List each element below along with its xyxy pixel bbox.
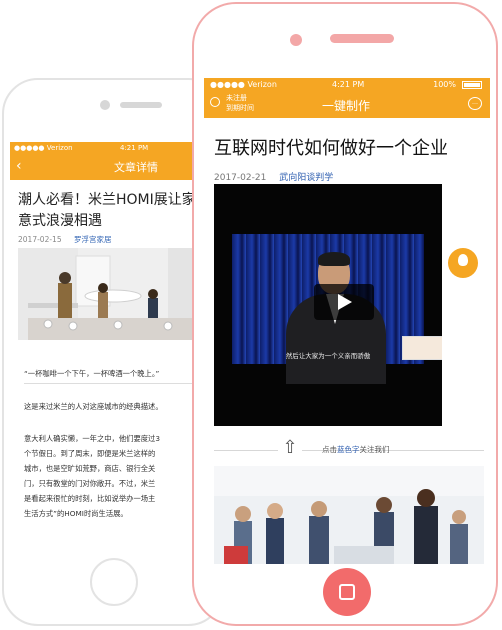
user-icon[interactable] (210, 97, 220, 107)
up-arrow-icon: ⇧ (278, 436, 302, 460)
hint-suffix: 关注我们 (359, 445, 390, 454)
back-phone-frame: ●●●●● Verizon 4:21 PM ‹ 文章详情 潮人必看！米兰HOMI… (2, 78, 224, 626)
camera-icon (290, 34, 302, 46)
article-title: 互联网时代如何做好一个企业 (214, 138, 448, 159)
article-paragraph: 是看起来很忙的时刻，比如说举办一场主 (24, 494, 156, 503)
nav-bar: 未注册 到期时间 一键制作 … (204, 92, 490, 118)
battery-label: 100% (433, 80, 456, 89)
back-phone-screen: ●●●●● Verizon 4:21 PM ‹ 文章详情 潮人必看！米兰HOMI… (10, 142, 222, 550)
battery-icon (462, 81, 482, 89)
status-bar: ●●●●● Verizon 4:21 PM (10, 142, 222, 154)
play-icon[interactable] (314, 284, 374, 320)
follow-hint: 点击蓝色字关注我们 (322, 444, 390, 455)
speaker-grille (120, 102, 162, 108)
article-date: 2017-02-15 (18, 235, 62, 244)
front-phone-frame: ●●●●● Verizon 4:21 PM 100% 未注册 到期时间 一键制作… (192, 2, 498, 626)
article-paragraph: 生活方式”的HOMI时尚生活展。 (24, 509, 128, 518)
carrier-label: ●●●●● Verizon (210, 80, 277, 89)
article-meta: 2017-02-21 武向阳谈判学 (214, 170, 333, 183)
article-paragraph: 意大利人确实懒，一年之中，他们要度过3 (24, 434, 160, 443)
article-date: 2017-02-21 (214, 173, 267, 183)
hint-highlight: 蓝色字 (337, 445, 360, 454)
clock-label: 4:21 PM (120, 144, 149, 152)
speaker-grille (330, 34, 394, 43)
article-source-link[interactable]: 武向阳谈判学 (279, 173, 333, 183)
page-title: 一键制作 (322, 99, 371, 113)
home-button[interactable] (90, 558, 138, 606)
lightbulb-icon[interactable] (448, 248, 478, 278)
article-photo (214, 466, 484, 564)
article-quote: “一杯咖啡一个下午，一杯啤酒一个晚上。” (24, 369, 160, 378)
hint-prefix: 点击 (322, 445, 337, 454)
page-title: 文章详情 (114, 161, 158, 174)
front-phone-screen: ●●●●● Verizon 4:21 PM 100% 未注册 到期时间 一键制作… (204, 78, 490, 564)
article-meta: 2017-02-15 罗浮宫家居 (18, 234, 111, 245)
article-paragraph: 个节假日。到了周末，即便是米兰这样的 (24, 449, 156, 458)
status-bar: ●●●●● Verizon 4:21 PM 100% (204, 78, 490, 92)
chat-icon[interactable]: … (468, 97, 482, 110)
nav-bar: ‹ 文章详情 (10, 154, 222, 180)
clock-label: 4:21 PM (332, 80, 365, 89)
article-paragraph: 门，只有教堂的门对你敞开。不过，米兰 (24, 479, 156, 488)
article-paragraph: 城市，也是空旷如荒野，商店、银行全关 (24, 464, 156, 473)
video-subtitle: 然后让大家为一个义亲而骄傲 (285, 352, 371, 360)
divider (24, 383, 220, 384)
home-button[interactable] (323, 568, 371, 616)
carrier-label: ●●●●● Verizon (14, 144, 73, 152)
expiry-label[interactable]: 到期时间 (226, 104, 254, 113)
camera-icon (100, 100, 110, 110)
video-player[interactable]: 然后让大家为一个义亲而骄傲 (214, 184, 442, 426)
back-arrow-icon[interactable]: ‹ (16, 158, 22, 174)
article-paragraph: 这是来过米兰的人对这座城市的经典描述。 (24, 402, 163, 411)
article-source-link[interactable]: 罗浮宫家居 (74, 235, 112, 244)
account-status-label[interactable]: 未注册 (226, 94, 247, 103)
